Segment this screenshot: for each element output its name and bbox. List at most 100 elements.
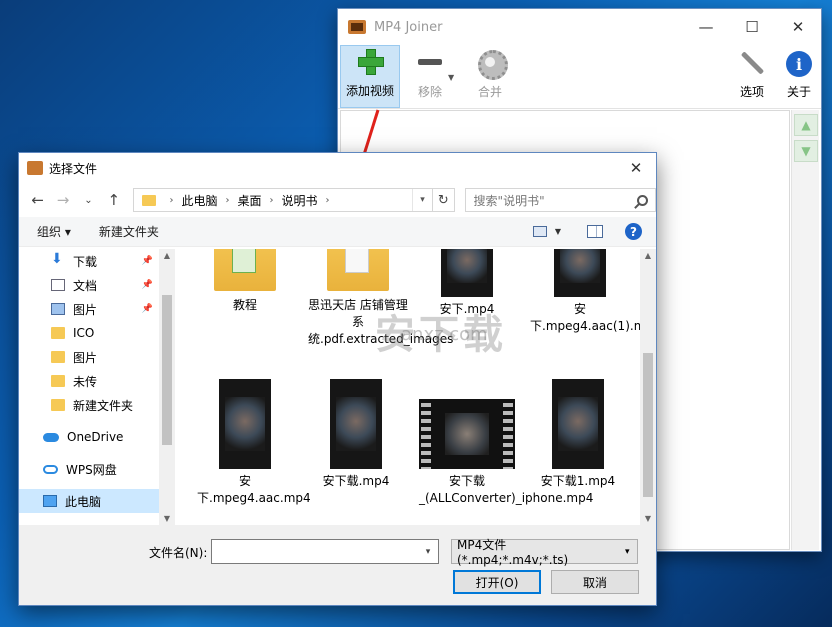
options-button[interactable]: 选项 (727, 45, 777, 108)
file-item-folder[interactable]: 教程 (197, 249, 293, 314)
file-item-video[interactable]: 安下.mp4 (419, 249, 515, 318)
breadcrumb-manual[interactable]: 说明书 (282, 192, 318, 209)
tree-item-pictures-folder[interactable]: 图片 (19, 345, 175, 369)
minus-icon (415, 47, 445, 77)
folder-icon (141, 194, 156, 206)
back-icon[interactable]: ← (25, 191, 50, 209)
joiner-toolbar: 添加视频 移除 合并 选项 i 关于 (338, 45, 821, 109)
dialog-close-button[interactable]: ✕ (616, 159, 656, 177)
tree-scrollbar[interactable]: ▲ ▼ (159, 249, 175, 525)
chevron-right-icon: › (225, 194, 230, 206)
tree-label: 新建文件夹 (73, 398, 134, 413)
maximize-button[interactable]: ☐ (729, 9, 775, 45)
tree-label: 未传 (73, 374, 98, 389)
pin-icon: 📌 (141, 304, 153, 314)
view-dropdown-icon[interactable]: ▼ (555, 227, 561, 236)
filetype-select[interactable]: MP4文件 (*.mp4;*.m4v;*.ts) ▾ (451, 538, 638, 567)
tree-item-new-folder[interactable]: 新建文件夹 (19, 393, 175, 417)
filename-label: 文件名(N): (149, 546, 208, 560)
view-mode-icon[interactable] (532, 226, 547, 237)
address-dropdown-icon[interactable]: ▾ (412, 189, 432, 211)
joiner-titlebar: MP4 Joiner — ☐ ✕ (338, 9, 821, 45)
remove-dropdown-icon[interactable]: ▼ (448, 73, 454, 82)
scroll-down-icon[interactable]: ▼ (640, 514, 656, 523)
tree-item-wps[interactable]: WPS网盘 (19, 457, 175, 481)
merge-button[interactable]: 合并 (460, 45, 520, 108)
open-button[interactable]: 打开(O) (453, 570, 541, 594)
tree-item-ico[interactable]: ICO (19, 321, 175, 345)
tree-item-downloads[interactable]: 下载 📌 (19, 249, 175, 273)
dialog-body: 下载 📌 文档 📌 图片 📌 ICO 图片 (19, 249, 656, 525)
close-button[interactable]: ✕ (775, 9, 821, 45)
about-button[interactable]: i 关于 (777, 45, 821, 108)
file-item-video[interactable]: 安下.mpeg4.aac(1).mp4 (530, 249, 640, 335)
about-label: 关于 (786, 85, 811, 99)
video-thumbnail (219, 379, 271, 469)
help-icon[interactable]: ? (625, 223, 642, 240)
folder-icon (51, 399, 65, 411)
plus-icon (355, 46, 385, 76)
tree-item-onedrive[interactable]: OneDrive (19, 425, 175, 449)
file-name: 安下.mpeg4.aac.mp4 (197, 474, 311, 505)
document-icon (51, 279, 65, 291)
filetype-dropdown-icon: ▾ (624, 546, 630, 557)
file-name: 安下载.mp4 (322, 474, 390, 488)
folder-icon (327, 249, 389, 291)
breadcrumb-desktop[interactable]: 桌面 (238, 192, 262, 209)
new-folder-button[interactable]: 新建文件夹 (99, 223, 159, 240)
chevron-right-icon: › (269, 194, 274, 206)
file-list-scrollbar[interactable]: ▲ ▼ (640, 249, 656, 525)
up-icon[interactable]: ↑ (101, 191, 126, 209)
add-video-label: 添加视频 (345, 84, 394, 98)
tree-label: 下载 (73, 254, 98, 269)
wrench-icon (737, 47, 767, 77)
scroll-up-icon[interactable]: ▲ (640, 251, 656, 260)
tree-item-documents[interactable]: 文档 📌 (19, 273, 175, 297)
organize-menu[interactable]: 组织 ▾ (37, 223, 71, 240)
file-item-folder[interactable]: 思迅天店 店铺管理系统.pdf.extracted_images (308, 249, 453, 348)
filename-input[interactable]: ▾ (211, 539, 439, 564)
file-item-video[interactable]: 安下.mpeg4.aac.mp4 (197, 379, 311, 507)
scroll-down-icon[interactable]: ▼ (159, 514, 175, 523)
file-item-video[interactable]: 安下载_(ALLConverter)_iphone.mp4 (419, 399, 593, 507)
search-box[interactable]: 搜索"说明书" (464, 188, 657, 212)
chevron-right-icon: › (169, 194, 174, 206)
tree-item-not-uploaded[interactable]: 未传 (19, 369, 175, 393)
scroll-thumb[interactable] (643, 353, 653, 497)
open-file-dialog: 选择文件 ✕ ← → ⌄ ↑ › 此电脑 › 桌面 › 说明书 › ▾ ↻ 搜索… (18, 152, 657, 606)
picture-icon (51, 303, 65, 315)
file-list: 教程 思迅天店 店铺管理系统.pdf.extracted_images 安下.m… (175, 249, 640, 525)
breadcrumb-this-pc[interactable]: 此电脑 (182, 192, 218, 209)
filename-dropdown-icon[interactable]: ▾ (418, 540, 438, 563)
dialog-footer: 文件名(N): ▾ MP4文件 (*.mp4;*.m4v;*.ts) ▾ 打开(… (19, 525, 656, 605)
file-item-video[interactable]: 安下载.mp4 (308, 379, 404, 490)
scroll-up-icon[interactable]: ▲ (159, 251, 175, 260)
refresh-icon[interactable]: ↻ (433, 188, 455, 212)
file-name: 安下.mp4 (439, 302, 495, 316)
folder-icon (51, 327, 65, 339)
video-thumbnail (330, 379, 382, 469)
preview-pane-icon[interactable] (587, 225, 603, 238)
file-item-video[interactable]: 安下载1.mp4 (530, 379, 626, 490)
dialog-titlebar: 选择文件 ✕ (19, 153, 656, 183)
scroll-thumb[interactable] (162, 295, 172, 445)
move-down-icon[interactable]: ▼ (794, 140, 818, 162)
search-icon (637, 194, 649, 206)
move-up-icon[interactable]: ▲ (794, 114, 818, 136)
tree-label: 图片 (73, 302, 98, 317)
folder-icon (214, 249, 276, 291)
recent-locations-icon[interactable]: ⌄ (76, 195, 101, 206)
cancel-button[interactable]: 取消 (551, 570, 639, 594)
tree-label: 文档 (73, 278, 98, 293)
pin-icon: 📌 (141, 256, 153, 266)
address-bar[interactable]: › 此电脑 › 桌面 › 说明书 › ▾ (132, 188, 434, 212)
forward-icon[interactable]: → (50, 191, 75, 209)
wps-cloud-icon (43, 464, 58, 474)
computer-icon (43, 495, 57, 507)
tree-item-this-pc[interactable]: 此电脑 (19, 489, 159, 513)
tree-item-pictures[interactable]: 图片 📌 (19, 297, 175, 321)
minimize-button[interactable]: — (683, 9, 729, 45)
add-video-button[interactable]: 添加视频 (340, 45, 400, 108)
command-bar: 组织 ▾ 新建文件夹 ▼ ? (19, 217, 656, 247)
tree-label: WPS网盘 (66, 462, 117, 477)
